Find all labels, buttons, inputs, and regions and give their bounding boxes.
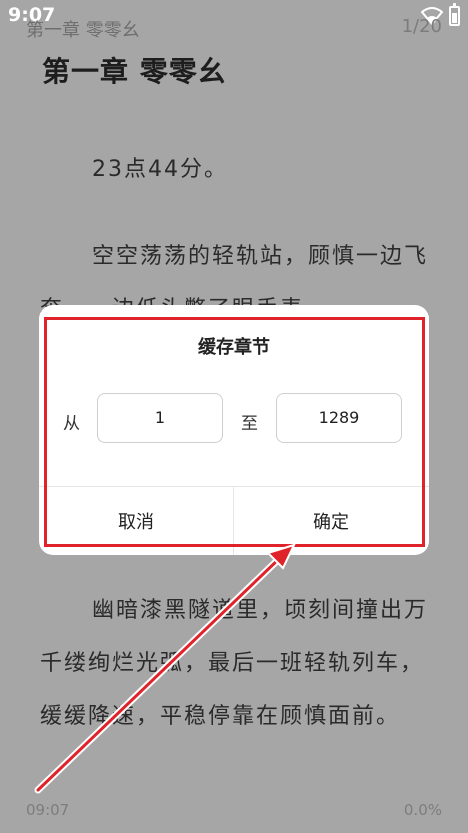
paragraph: 23点44分。 (92, 157, 228, 182)
footer-time: 09:07 (26, 801, 70, 819)
reading-progress: 0.0% (403, 801, 442, 819)
page-count: 1/20 (401, 16, 442, 37)
chapter-title: 第一章 零零幺 (42, 55, 227, 88)
highlight-box (44, 317, 425, 547)
paragraph: 幽暗漆黑隧道里，顷刻间撞出万千缕绚烂光弧，最后一班轻轨列车，缓缓降速，平稳停靠在… (40, 598, 429, 729)
battery-icon (449, 3, 460, 26)
page-header: 第一章 零零幺 (26, 20, 140, 41)
